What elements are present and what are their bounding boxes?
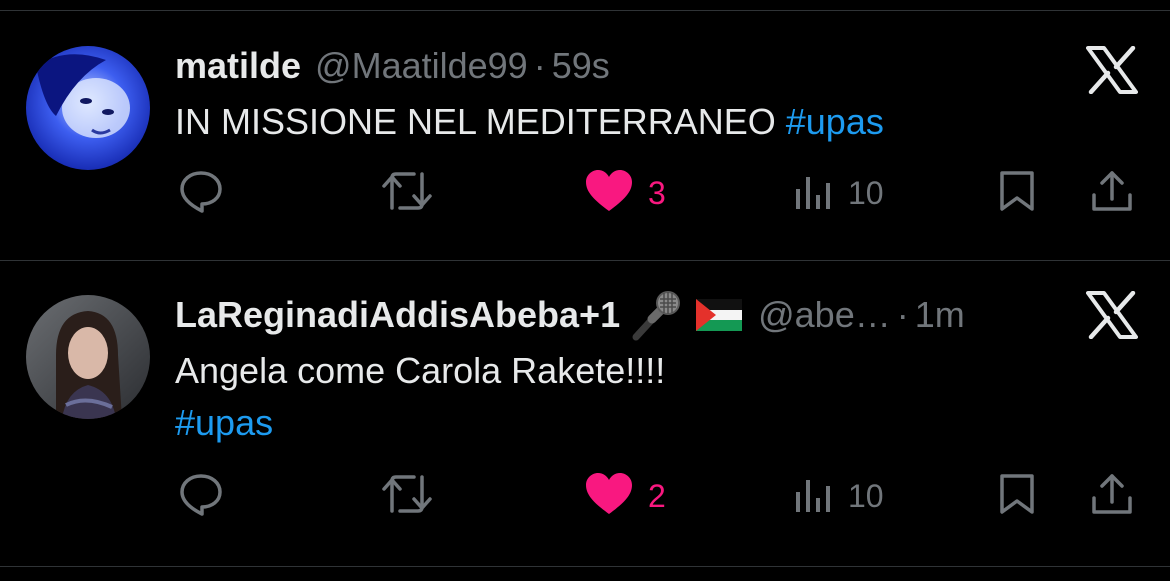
retweet-button[interactable]: [380, 466, 434, 526]
views-button[interactable]: 10: [794, 466, 884, 526]
bookmark-button[interactable]: [998, 466, 1036, 526]
share-icon: [1090, 472, 1134, 521]
bookmark-icon: [998, 169, 1036, 218]
tweet-header: LaReginadiAddisAbeba+1 @abe… · 1m: [175, 289, 965, 341]
retweet-button[interactable]: [380, 163, 434, 223]
user-handle[interactable]: @Maatilde99: [315, 45, 528, 87]
tweet-body: Angela come Carola Rakete!!!!: [175, 350, 666, 391]
share-button[interactable]: [1090, 466, 1134, 526]
timestamp[interactable]: 1m: [915, 294, 965, 336]
like-button[interactable]: 3: [584, 163, 666, 223]
share-icon: [1090, 169, 1134, 218]
like-count: 3: [648, 174, 666, 211]
hashtag-link[interactable]: #upas: [786, 101, 884, 142]
view-count: 10: [848, 174, 884, 211]
user-handle[interactable]: @abe…: [758, 294, 891, 336]
avatar[interactable]: [26, 295, 150, 419]
display-name[interactable]: matilde: [175, 45, 301, 87]
heart-icon: [584, 168, 634, 219]
timestamp[interactable]: 59s: [552, 45, 610, 87]
retweet-icon: [380, 168, 434, 219]
x-logo-icon[interactable]: [1086, 45, 1138, 95]
reply-button[interactable]: [178, 163, 224, 223]
separator-dot: ·: [533, 45, 546, 86]
bookmark-icon: [998, 472, 1036, 521]
view-count: 10: [848, 477, 884, 514]
like-count: 2: [648, 477, 666, 514]
microphone-icon: [630, 289, 686, 341]
tweet-1[interactable]: matilde @Maatilde99 · 59s IN MISSIONE NE…: [0, 0, 1170, 260]
avatar[interactable]: [26, 46, 150, 170]
tweet-actions: 3 10: [0, 163, 1170, 223]
retweet-icon: [380, 471, 434, 522]
views-icon: [794, 171, 834, 216]
separator-dot: ·: [896, 294, 909, 335]
tweet-text: IN MISSIONE NEL MEDITERRANEO #upas: [175, 96, 884, 148]
reply-button[interactable]: [178, 466, 224, 526]
x-logo-icon[interactable]: [1086, 290, 1138, 340]
bottom-divider: [0, 566, 1170, 567]
views-button[interactable]: 10: [794, 163, 884, 223]
tweet-actions: 2 10: [0, 466, 1170, 526]
hashtag-link[interactable]: #upas: [175, 397, 665, 449]
bookmark-button[interactable]: [998, 163, 1036, 223]
tweet-body: IN MISSIONE NEL MEDITERRANEO: [175, 101, 776, 142]
like-button[interactable]: 2: [584, 466, 666, 526]
reply-icon: [178, 168, 224, 219]
palestine-flag-icon: [696, 299, 743, 331]
share-button[interactable]: [1090, 163, 1134, 223]
tweet-header: matilde @Maatilde99 · 59s: [175, 42, 610, 90]
tweet-text: Angela come Carola Rakete!!!! #upas: [175, 345, 665, 449]
tweet-2[interactable]: LaReginadiAddisAbeba+1 @abe… · 1m Angela…: [0, 261, 1170, 566]
heart-icon: [584, 471, 634, 522]
display-name[interactable]: LaReginadiAddisAbeba+1: [175, 294, 620, 336]
reply-icon: [178, 471, 224, 522]
views-icon: [794, 474, 834, 519]
